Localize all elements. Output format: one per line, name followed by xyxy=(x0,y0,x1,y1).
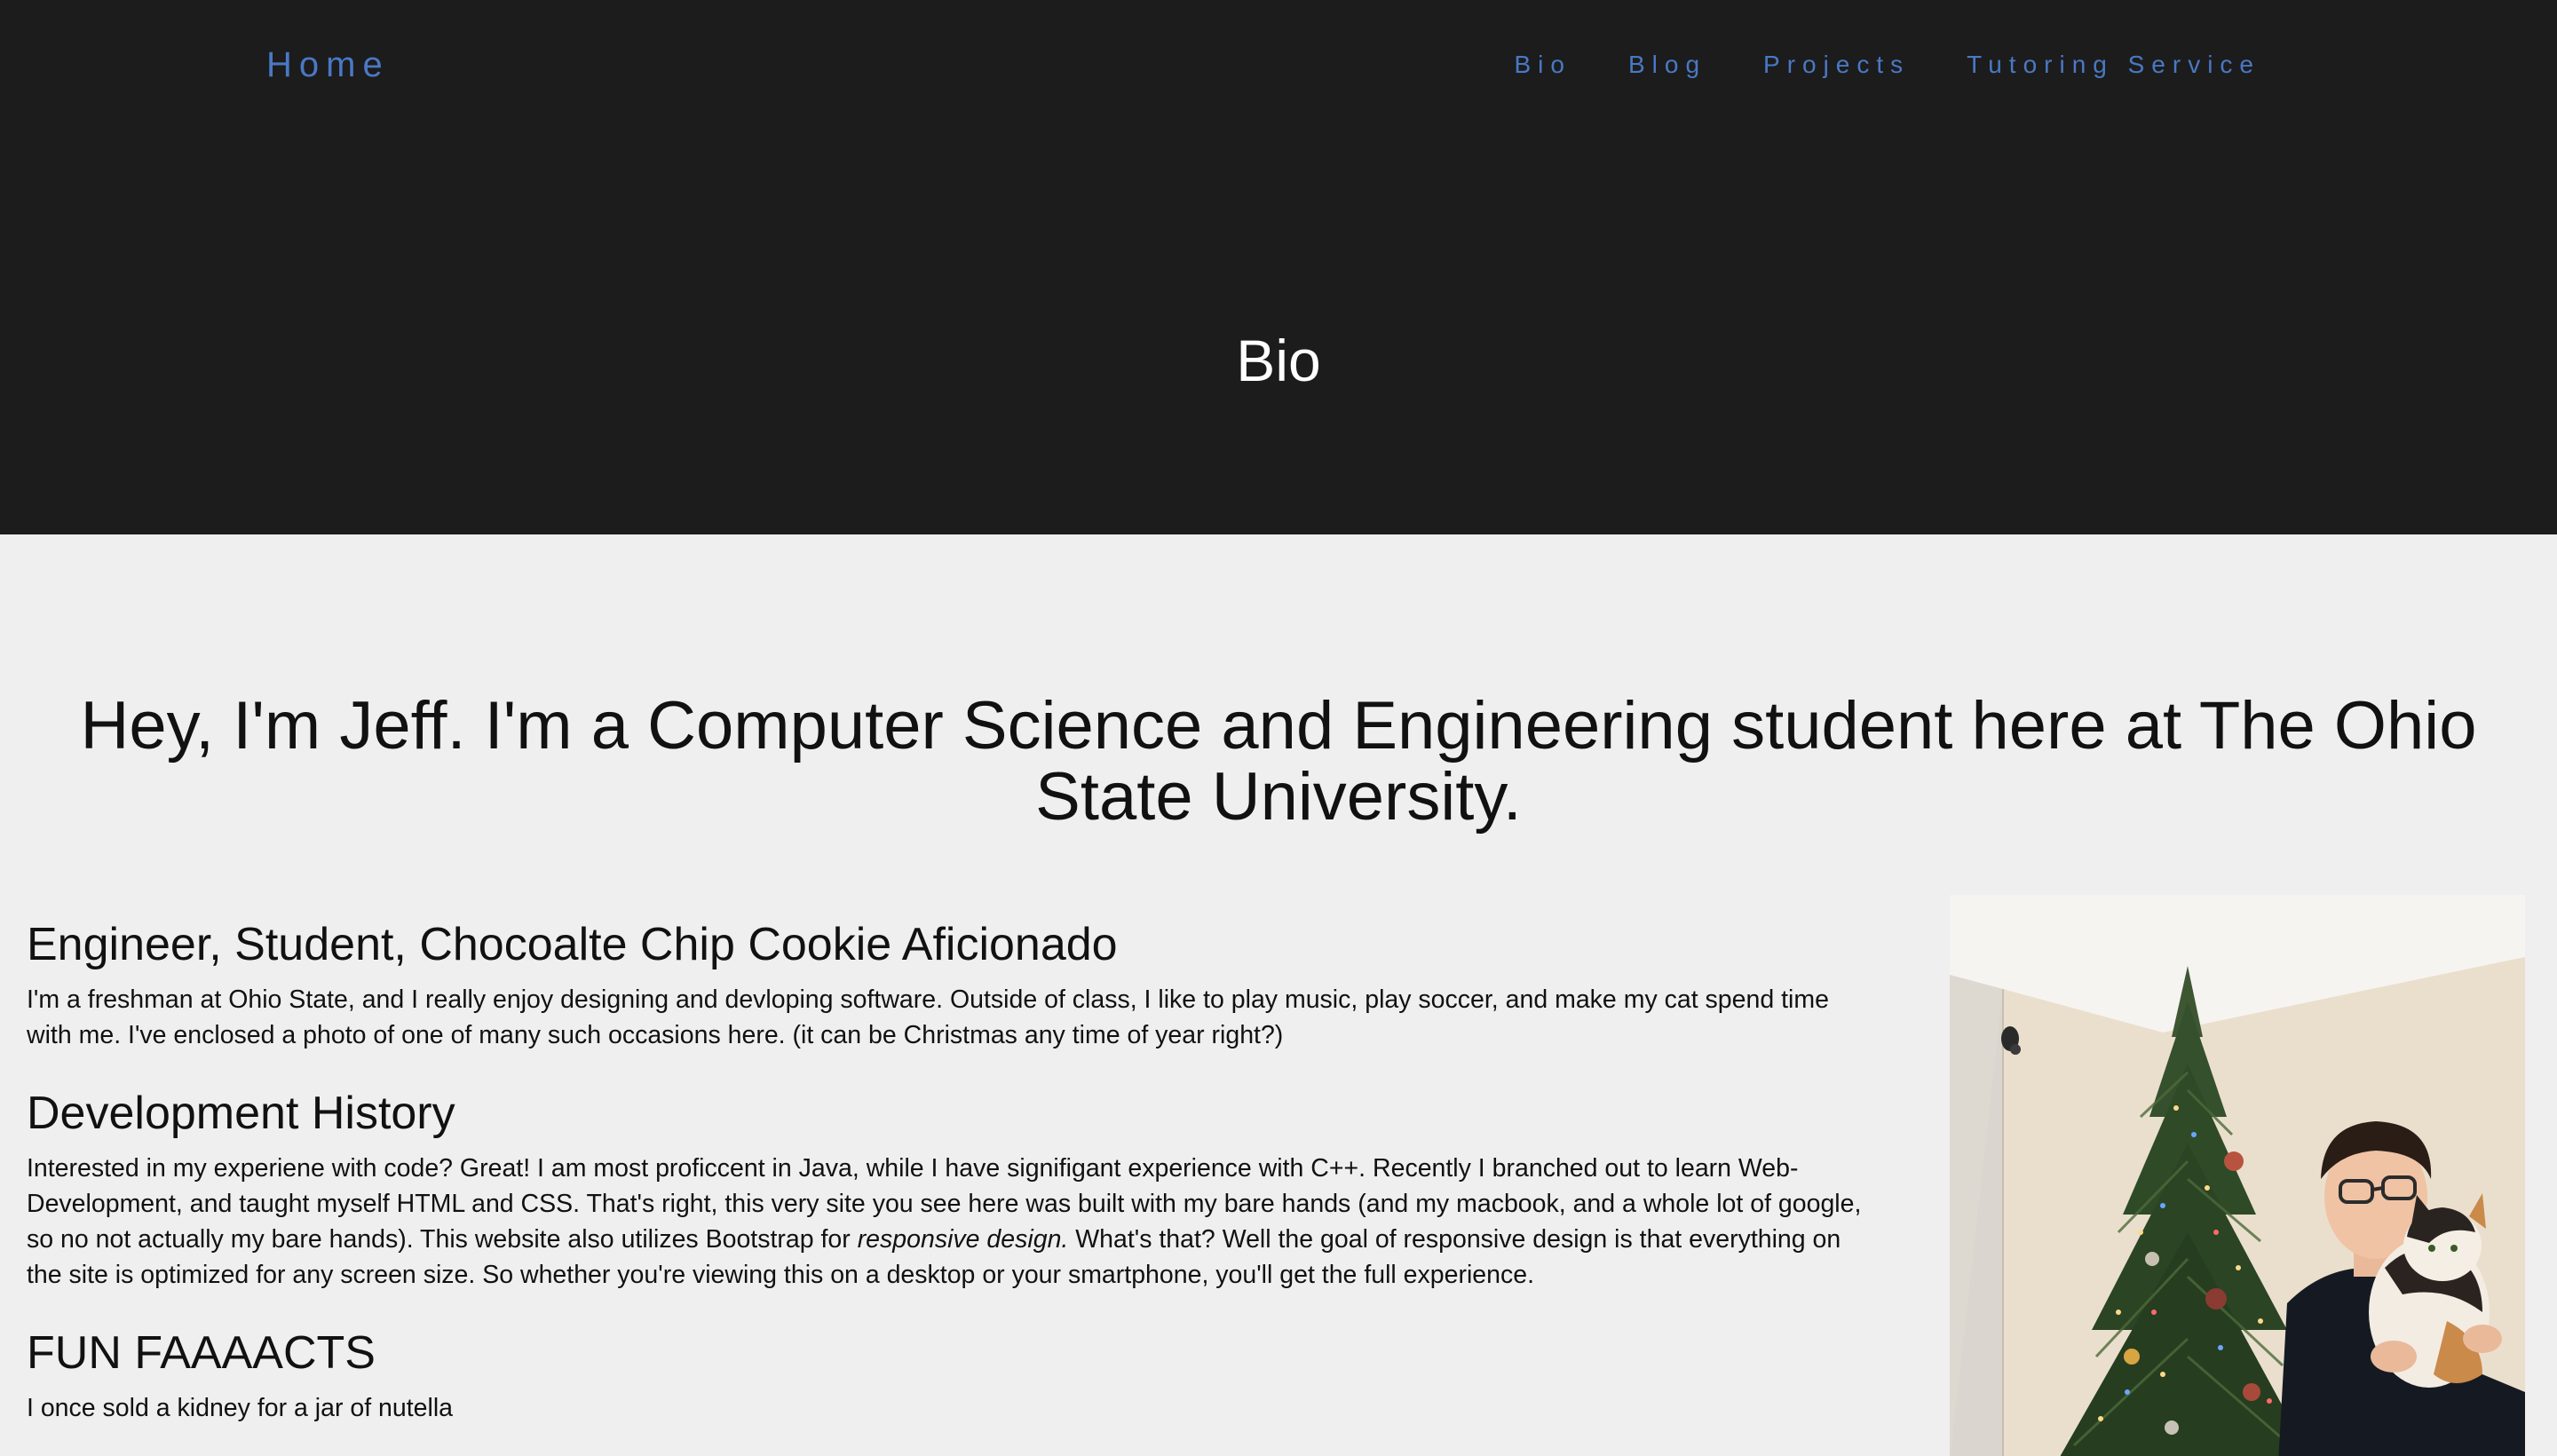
site-header: Home Bio Blog Projects Tutoring Service … xyxy=(0,0,2557,534)
section-heading-fun-facts: FUN FAAAACTS xyxy=(27,1327,376,1379)
bio-text-column: Engineer, Student, Chocoalte Chip Cookie… xyxy=(27,918,1873,1456)
christmas-cat-photo xyxy=(1950,895,2525,1456)
section-body-development-history: Interested in my experiene with code? Gr… xyxy=(27,1151,1873,1293)
nav-link-bio[interactable]: Bio xyxy=(1515,50,1571,80)
dev-history-emphasis: responsive design. xyxy=(857,1225,1069,1254)
page-title: Bio xyxy=(1236,328,1321,393)
section-heading-engineer: Engineer, Student, Chocoalte Chip Cookie… xyxy=(27,919,1118,970)
nav-link-projects[interactable]: Projects xyxy=(1763,50,1910,80)
main-nav: Bio Blog Projects Tutoring Service xyxy=(1515,50,2261,80)
nav-link-tutoring-service[interactable]: Tutoring Service xyxy=(1967,50,2260,80)
section-body-engineer: I'm a freshman at Ohio State, and I real… xyxy=(27,985,1829,1049)
intro-heading: Hey, I'm Jeff. I'm a Computer Science an… xyxy=(80,688,2477,835)
nav-link-blog[interactable]: Blog xyxy=(1628,50,1706,80)
section-heading-development-history: Development History xyxy=(27,1088,455,1139)
nav-home-link[interactable]: Home xyxy=(266,43,390,87)
section-body-fun-facts: I once sold a kidney for a jar of nutell… xyxy=(27,1394,454,1422)
bio-content: Hey, I'm Jeff. I'm a Computer Science an… xyxy=(0,534,2557,1456)
